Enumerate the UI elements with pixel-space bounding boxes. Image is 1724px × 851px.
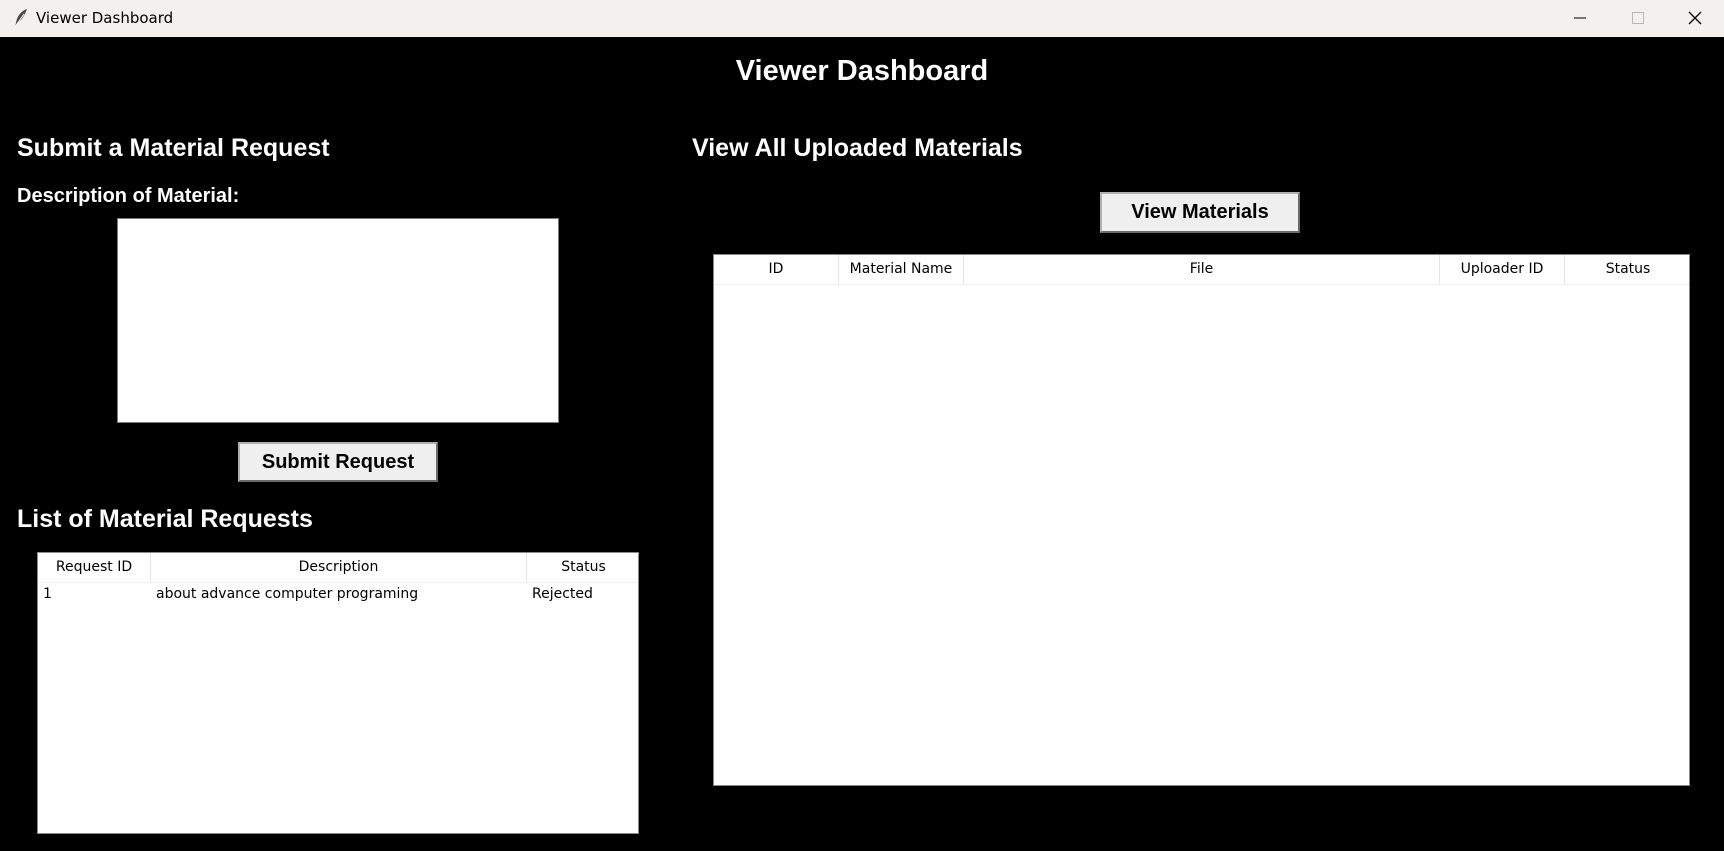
requests-table-header: Request ID Description Status — [38, 553, 638, 583]
column-header-file[interactable]: File — [964, 255, 1440, 284]
materials-table-header: ID Material Name File Uploader ID Status — [714, 255, 1689, 285]
maximize-icon — [1632, 12, 1644, 24]
request-id-cell: 1 — [43, 586, 52, 602]
maximize-button[interactable] — [1609, 0, 1667, 36]
view-materials-button[interactable]: View Materials — [1100, 192, 1300, 233]
requests-table[interactable]: Request ID Description Status 1 about ad… — [37, 552, 639, 834]
materials-heading: View All Uploaded Materials — [692, 134, 1023, 162]
close-icon — [1688, 11, 1702, 25]
dashboard-main: Viewer Dashboard Submit a Material Reque… — [0, 37, 1724, 851]
minimize-icon — [1574, 17, 1586, 19]
description-textarea[interactable] — [117, 218, 559, 423]
title-bar: Viewer Dashboard — [0, 0, 1724, 37]
submit-request-heading: Submit a Material Request — [17, 134, 330, 162]
close-button[interactable] — [1666, 0, 1724, 36]
description-cell: about advance computer programing — [156, 586, 419, 602]
column-header-description[interactable]: Description — [151, 553, 527, 582]
description-label: Description of Material: — [17, 185, 240, 207]
requests-list-heading: List of Material Requests — [17, 505, 313, 533]
feather-icon — [12, 8, 30, 28]
submit-request-button[interactable]: Submit Request — [238, 442, 438, 482]
column-header-request-id[interactable]: Request ID — [38, 553, 151, 582]
status-cell: Rejected — [532, 586, 593, 602]
table-row[interactable]: 1 about advance computer programing Reje… — [38, 582, 638, 606]
page-title: Viewer Dashboard — [735, 55, 989, 87]
window-title: Viewer Dashboard — [36, 9, 174, 27]
column-header-id[interactable]: ID — [714, 255, 839, 284]
column-header-material-name[interactable]: Material Name — [839, 255, 964, 284]
column-header-uploader-id[interactable]: Uploader ID — [1440, 255, 1565, 284]
minimize-button[interactable] — [1551, 0, 1609, 36]
column-header-status[interactable]: Status — [527, 553, 638, 582]
materials-table[interactable]: ID Material Name File Uploader ID Status — [713, 254, 1690, 786]
column-header-status[interactable]: Status — [1565, 255, 1689, 284]
